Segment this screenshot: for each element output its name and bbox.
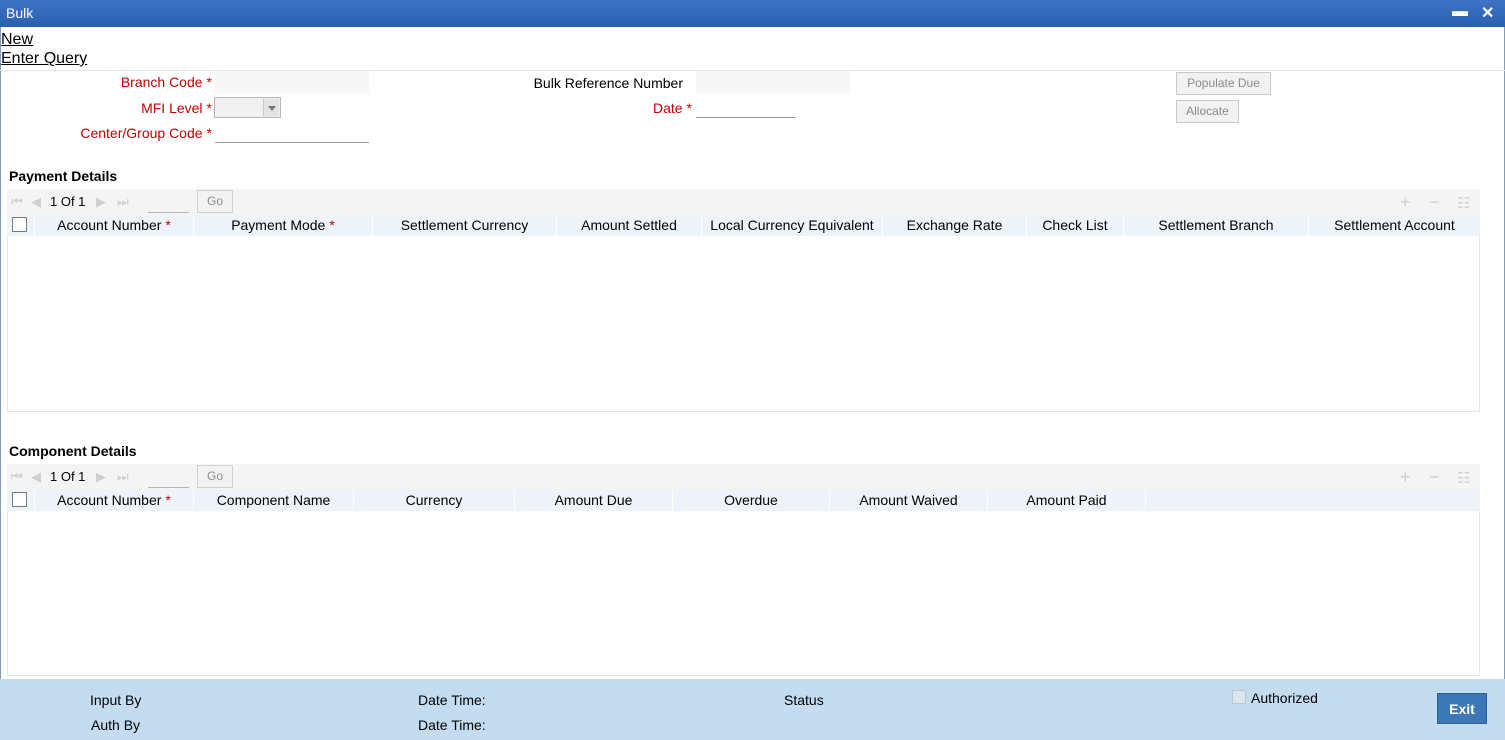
last-page-icon[interactable]: ⏭ (117, 469, 129, 485)
component-table-header: Account Number * Component Name Currency … (7, 490, 1480, 511)
payment-go-button[interactable]: Go (197, 190, 233, 213)
delete-row-icon[interactable]: − (1429, 192, 1440, 213)
next-page-icon[interactable]: ▶ (96, 469, 106, 485)
add-row-icon[interactable]: + (1400, 192, 1411, 213)
component-table-body (7, 511, 1480, 676)
mfi-level-label: MFI Level * (141, 100, 212, 116)
payment-table-header: Account Number * Payment Mode * Settlement… (7, 215, 1480, 236)
auth-date-time-label: Date Time: (418, 717, 486, 733)
list-view-icon[interactable]: ☷ (1457, 469, 1470, 487)
input-date-time-label: Date Time: (418, 692, 486, 708)
component-toolbar: ⏮ ◀ 1 Of 1 ▶ ⏭ Go + − ☷ (7, 464, 1480, 490)
authorized-label: Authorized (1251, 690, 1318, 706)
col-local-currency-equivalent[interactable]: Local Currency Equivalent (702, 215, 883, 236)
center-group-field[interactable] (215, 121, 369, 143)
allocate-button[interactable]: Allocate (1176, 100, 1239, 123)
select-all-cell (7, 490, 35, 511)
component-page-input[interactable] (148, 468, 189, 488)
col-payment-mode[interactable]: Payment Mode * (194, 215, 373, 236)
component-details-title: Component Details (9, 443, 137, 459)
payment-details-title: Payment Details (9, 168, 118, 184)
col-amount-due[interactable]: Amount Due (515, 490, 673, 511)
next-page-icon[interactable]: ▶ (96, 194, 106, 210)
first-page-icon[interactable]: ⏮ (11, 194, 23, 210)
payment-pager: 1 Of 1 (50, 194, 86, 209)
populate-due-button[interactable]: Populate Due (1176, 72, 1271, 95)
bulk-reference-field[interactable] (696, 71, 850, 93)
chevron-down-icon (263, 99, 279, 116)
col-component-name[interactable]: Component Name (194, 490, 354, 511)
list-view-icon[interactable]: ☷ (1457, 194, 1470, 212)
branch-code-label: Branch Code * (120, 74, 212, 90)
col-amount-waived[interactable]: Amount Waived (830, 490, 988, 511)
col-account-number[interactable]: Account Number * (35, 215, 194, 236)
date-label: Date * (652, 100, 692, 116)
delete-row-icon[interactable]: − (1429, 467, 1440, 488)
prev-page-icon[interactable]: ◀ (31, 469, 41, 485)
input-by-label: Input By (90, 692, 142, 708)
col-exchange-rate[interactable]: Exchange Rate (883, 215, 1027, 236)
col-amount-paid[interactable]: Amount Paid (988, 490, 1146, 511)
last-page-icon[interactable]: ⏭ (117, 194, 129, 210)
branch-code-field[interactable] (215, 71, 369, 93)
status-label: Status (784, 692, 824, 708)
authorized-checkbox[interactable] (1232, 690, 1246, 704)
select-all-cell (7, 215, 35, 236)
auth-by-label: Auth By (91, 717, 141, 733)
prev-page-icon[interactable]: ◀ (31, 194, 41, 210)
mfi-level-select[interactable] (214, 97, 281, 118)
select-all-checkbox[interactable] (12, 217, 27, 232)
bulk-reference-label: Bulk Reference Number (533, 75, 683, 91)
first-page-icon[interactable]: ⏮ (11, 469, 23, 485)
col-settlement-account[interactable]: Settlement Account (1309, 215, 1480, 236)
col-amount-settled[interactable]: Amount Settled (557, 215, 702, 236)
date-field[interactable] (696, 96, 796, 118)
enter-query-link[interactable]: Enter Query (1, 50, 87, 68)
window-title: Bulk (6, 5, 34, 21)
payment-table-body (7, 236, 1480, 412)
col-check-list[interactable]: Check List (1027, 215, 1124, 236)
col-overdue[interactable]: Overdue (673, 490, 830, 511)
close-icon[interactable]: ✕ (1481, 3, 1494, 23)
exit-button[interactable]: Exit (1437, 693, 1487, 724)
center-group-label: Center/Group Code * (80, 125, 212, 141)
payment-toolbar: ⏮ ◀ 1 Of 1 ▶ ⏭ Go + − ☷ (7, 189, 1480, 215)
payment-page-input[interactable] (148, 193, 189, 213)
minimize-icon[interactable]: ▬ (1452, 3, 1468, 21)
component-pager: 1 Of 1 (50, 469, 86, 484)
component-go-button[interactable]: Go (197, 465, 233, 488)
col-settlement-branch[interactable]: Settlement Branch (1124, 215, 1309, 236)
add-row-icon[interactable]: + (1400, 467, 1411, 488)
select-all-checkbox[interactable] (12, 492, 27, 507)
col-currency[interactable]: Currency (354, 490, 515, 511)
col-settlement-currency[interactable]: Settlement Currency (373, 215, 557, 236)
window-titlebar: Bulk ▬ ✕ (0, 0, 1505, 27)
audit-footer: Input By Auth By Date Time: Date Time: S… (0, 679, 1505, 740)
new-link[interactable]: New (1, 31, 33, 49)
col-account-number[interactable]: Account Number * (35, 490, 194, 511)
